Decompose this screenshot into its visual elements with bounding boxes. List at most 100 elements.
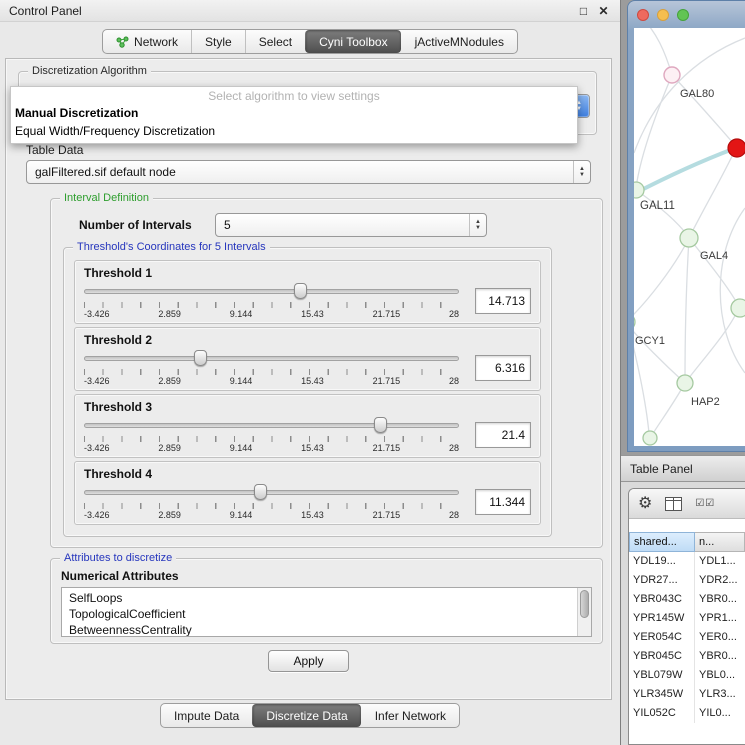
tab-label: Network [134, 35, 178, 49]
node-label-gal80: GAL80 [680, 88, 714, 100]
scrollbar-thumb[interactable] [580, 590, 589, 618]
window-title: Control Panel [9, 4, 82, 18]
slider-ticks [84, 369, 459, 375]
threshold-value-field[interactable] [475, 355, 531, 381]
network-view-window[interactable]: GAL80 GAL11 GAL4 GCY1 HAP2 [627, 0, 745, 452]
close-icon[interactable]: ✕ [596, 4, 611, 18]
network-node-gal80[interactable] [664, 67, 680, 83]
network-node-gal4[interactable] [680, 229, 698, 247]
group-title: Threshold's Coordinates for 5 Intervals [73, 240, 270, 254]
network-node-gal11[interactable] [634, 182, 644, 198]
threshold-value-field[interactable] [475, 422, 531, 448]
table-panel-toolbar: ⚙ ☑☑ [629, 489, 745, 519]
tick-label: 15.43 [301, 443, 324, 453]
network-node-gcy1[interactable] [634, 314, 635, 330]
number-of-intervals-row: Number of Intervals 5 ▲▼ [79, 213, 592, 237]
list-item[interactable]: BetweennessCentrality [69, 622, 575, 637]
numerical-attributes-list[interactable]: SelfLoops TopologicalCoefficient Between… [61, 587, 592, 637]
thresholds-group: Threshold's Coordinates for 5 Intervals … [63, 247, 552, 537]
threshold-value-field[interactable] [475, 288, 531, 314]
table-row[interactable]: YBL079WYBL0... [629, 666, 745, 685]
threshold-panel: Threshold 4 -3.426 2.859 9.144 [74, 461, 541, 525]
slider-tick-labels: -3.426 2.859 9.144 15.43 21.715 28 [84, 510, 459, 520]
number-of-intervals-combobox[interactable]: 5 ▲▼ [215, 213, 487, 237]
threshold-slider[interactable] [84, 349, 459, 367]
table-row[interactable]: YBR045CYBR0... [629, 647, 745, 666]
tab-style[interactable]: Style [191, 30, 245, 53]
right-region: GAL80 GAL11 GAL4 GCY1 HAP2 Table Panel ⚙… [621, 0, 745, 745]
columns-icon[interactable] [665, 497, 682, 511]
tab-discretize-data[interactable]: Discretize Data [252, 704, 360, 727]
tab-label: Select [259, 35, 292, 49]
table-row[interactable]: YLR345WYLR3... [629, 685, 745, 704]
tick-label: 21.715 [373, 309, 401, 319]
table-row[interactable]: YER054CYER0... [629, 628, 745, 647]
column-header-name[interactable]: n... [695, 532, 745, 552]
close-traffic-light-icon[interactable] [637, 9, 649, 21]
minimize-traffic-light-icon[interactable] [657, 9, 669, 21]
tab-label: Infer Network [375, 709, 446, 723]
tab-label: Style [205, 35, 232, 49]
table-row[interactable]: YDR27...YDR2... [629, 571, 745, 590]
slider-thumb[interactable] [294, 283, 307, 299]
tab-cyni-toolbox[interactable]: Cyni Toolbox [305, 30, 400, 53]
column-header-shared-name[interactable]: shared... [629, 532, 695, 552]
threshold-label: Threshold 4 [84, 467, 531, 481]
network-node[interactable] [731, 299, 745, 317]
table-panel-title: Table Panel [630, 462, 693, 476]
float-icon[interactable]: □ [576, 4, 591, 18]
threshold-slider[interactable] [84, 282, 459, 300]
tick-label: -3.426 [84, 510, 110, 520]
select-columns-icon[interactable]: ☑☑ [695, 499, 715, 509]
slider-track [84, 356, 459, 361]
group-title: Attributes to discretize [60, 551, 176, 565]
tick-label: 15.43 [301, 309, 324, 319]
tab-select[interactable]: Select [245, 30, 305, 53]
tab-network[interactable]: Network [103, 30, 191, 53]
node-label-hap2: HAP2 [691, 396, 720, 408]
tick-label: 15.43 [301, 510, 324, 520]
network-node-selected-red[interactable] [728, 139, 745, 157]
dropdown-option-equal-width-frequency[interactable]: Equal Width/Frequency Discretization [11, 122, 577, 140]
list-item[interactable]: TopologicalCoefficient [69, 606, 575, 622]
tab-impute-data[interactable]: Impute Data [161, 704, 252, 727]
tick-label: 9.144 [230, 376, 253, 386]
list-scrollbar[interactable] [577, 588, 591, 636]
slider-thumb[interactable] [254, 484, 267, 500]
slider-track [84, 423, 459, 428]
tick-label: 21.715 [373, 376, 401, 386]
table-row[interactable]: YDL19...YDL1... [629, 552, 745, 571]
group-title: Interval Definition [60, 191, 153, 205]
threshold-slider[interactable] [84, 483, 459, 501]
tick-label: 2.859 [158, 443, 181, 453]
slider-thumb[interactable] [194, 350, 207, 366]
tick-label: 28 [449, 443, 459, 453]
slider-track [84, 289, 459, 294]
tick-label: 9.144 [230, 443, 253, 453]
tick-label: 2.859 [158, 510, 181, 520]
table-data-combobox[interactable]: galFiltered.sif default node ▲▼ [26, 160, 591, 184]
list-item[interactable]: SelfLoops [69, 590, 575, 606]
network-node-hap2[interactable] [677, 375, 693, 391]
network-node[interactable] [643, 431, 657, 445]
table-row[interactable]: YBR043CYBR0... [629, 590, 745, 609]
table-row[interactable]: YIL052CYIL0... [629, 704, 745, 723]
slider-tick-labels: -3.426 2.859 9.144 15.43 21.715 28 [84, 443, 459, 453]
apply-button[interactable]: Apply [268, 650, 348, 672]
threshold-value-field[interactable] [475, 489, 531, 515]
attributes-group: Attributes to discretize Numerical Attri… [50, 558, 603, 644]
table-row[interactable]: YPR145WYPR1... [629, 609, 745, 628]
zoom-traffic-light-icon[interactable] [677, 9, 689, 21]
network-canvas[interactable]: GAL80 GAL11 GAL4 GCY1 HAP2 [634, 28, 745, 446]
tick-label: 9.144 [230, 309, 253, 319]
threshold-slider[interactable] [84, 416, 459, 434]
table-data-label: Table Data [26, 143, 591, 157]
threshold-label: Threshold 3 [84, 400, 531, 414]
dropdown-option-manual-discretization[interactable]: Manual Discretization [11, 104, 577, 122]
tab-infer-network[interactable]: Infer Network [361, 704, 459, 727]
gear-icon[interactable]: ⚙ [638, 496, 652, 512]
slider-ticks [84, 302, 459, 308]
slider-thumb[interactable] [374, 417, 387, 433]
tab-jactivemnodules[interactable]: jActiveMNodules [401, 30, 517, 53]
tab-label: Impute Data [174, 709, 239, 723]
